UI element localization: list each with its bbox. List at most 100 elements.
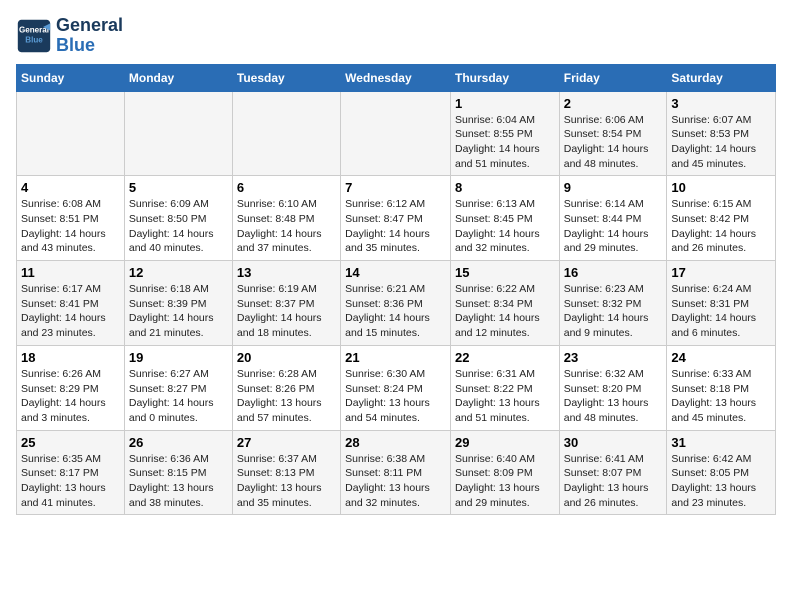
day-number: 9: [564, 180, 663, 195]
day-info: Sunrise: 6:08 AM Sunset: 8:51 PM Dayligh…: [21, 197, 120, 256]
logo-text: General Blue: [56, 16, 123, 56]
calendar-cell: 16 Sunrise: 6:23 AM Sunset: 8:32 PM Dayli…: [559, 261, 667, 346]
day-info: Sunrise: 6:38 AM Sunset: 8:11 PM Dayligh…: [345, 452, 446, 511]
day-number: 5: [129, 180, 228, 195]
day-info: Sunrise: 6:21 AM Sunset: 8:36 PM Dayligh…: [345, 282, 446, 341]
day-info: Sunrise: 6:37 AM Sunset: 8:13 PM Dayligh…: [237, 452, 336, 511]
calendar-cell: 30Sunrise: 6:41 AM Sunset: 8:07 PM Dayli…: [559, 430, 667, 515]
weekday-header: Sunday: [17, 64, 125, 91]
calendar-cell: 17 Sunrise: 6:24 AM Sunset: 8:31 PM Dayli…: [667, 261, 776, 346]
day-info: Sunrise: 6:12 AM Sunset: 8:47 PM Dayligh…: [345, 197, 446, 256]
day-info: Sunrise: 6:14 AM Sunset: 8:44 PM Dayligh…: [564, 197, 663, 256]
calendar-cell: 20 Sunrise: 6:28 AM Sunset: 8:26 PM Dayli…: [232, 345, 340, 430]
day-info: Sunrise: 6:23 AM Sunset: 8:32 PM Dayligh…: [564, 282, 663, 341]
day-number: 20: [237, 350, 336, 365]
calendar-cell: 13 Sunrise: 6:19 AM Sunset: 8:37 PM Dayli…: [232, 261, 340, 346]
day-number: 6: [237, 180, 336, 195]
day-number: 7: [345, 180, 446, 195]
day-number: 12: [129, 265, 228, 280]
day-number: 15: [455, 265, 555, 280]
day-info: Sunrise: 6:41 AM Sunset: 8:07 PM Dayligh…: [564, 452, 663, 511]
day-info: Sunrise: 6:33 AM Sunset: 8:18 PM Dayligh…: [671, 367, 771, 426]
day-number: 19: [129, 350, 228, 365]
day-number: 23: [564, 350, 663, 365]
day-number: 14: [345, 265, 446, 280]
day-info: Sunrise: 6:31 AM Sunset: 8:22 PM Dayligh…: [455, 367, 555, 426]
day-info: Sunrise: 6:35 AM Sunset: 8:17 PM Dayligh…: [21, 452, 120, 511]
day-number: 16: [564, 265, 663, 280]
day-info: Sunrise: 6:18 AM Sunset: 8:39 PM Dayligh…: [129, 282, 228, 341]
calendar-cell: 28 Sunrise: 6:38 AM Sunset: 8:11 PM Dayli…: [341, 430, 451, 515]
day-number: 2: [564, 96, 663, 111]
day-info: Sunrise: 6:24 AM Sunset: 8:31 PM Dayligh…: [671, 282, 771, 341]
weekday-header: Tuesday: [232, 64, 340, 91]
calendar-table: SundayMondayTuesdayWednesdayThursdayFrid…: [16, 64, 776, 516]
day-info: Sunrise: 6:26 AM Sunset: 8:29 PM Dayligh…: [21, 367, 120, 426]
day-number: 31: [671, 435, 771, 450]
calendar-cell: 2 Sunrise: 6:06 AM Sunset: 8:54 PM Daylig…: [559, 91, 667, 176]
calendar-cell: 18 Sunrise: 6:26 AM Sunset: 8:29 PM Dayli…: [17, 345, 125, 430]
day-info: Sunrise: 6:22 AM Sunset: 8:34 PM Dayligh…: [455, 282, 555, 341]
day-number: 11: [21, 265, 120, 280]
page-header: General Blue General Blue: [16, 16, 776, 56]
day-info: Sunrise: 6:32 AM Sunset: 8:20 PM Dayligh…: [564, 367, 663, 426]
calendar-cell: 12 Sunrise: 6:18 AM Sunset: 8:39 PM Dayli…: [124, 261, 232, 346]
day-number: 3: [671, 96, 771, 111]
day-number: 27: [237, 435, 336, 450]
calendar-cell: [17, 91, 125, 176]
calendar-cell: 3 Sunrise: 6:07 AM Sunset: 8:53 PM Daylig…: [667, 91, 776, 176]
logo: General Blue General Blue: [16, 16, 123, 56]
day-info: Sunrise: 6:10 AM Sunset: 8:48 PM Dayligh…: [237, 197, 336, 256]
calendar-cell: 8 Sunrise: 6:13 AM Sunset: 8:45 PM Daylig…: [450, 176, 559, 261]
day-number: 13: [237, 265, 336, 280]
calendar-cell: 11 Sunrise: 6:17 AM Sunset: 8:41 PM Dayli…: [17, 261, 125, 346]
day-info: Sunrise: 6:06 AM Sunset: 8:54 PM Dayligh…: [564, 113, 663, 172]
calendar-cell: 22 Sunrise: 6:31 AM Sunset: 8:22 PM Dayli…: [450, 345, 559, 430]
calendar-cell: 19 Sunrise: 6:27 AM Sunset: 8:27 PM Dayli…: [124, 345, 232, 430]
calendar-cell: [341, 91, 451, 176]
calendar-cell: 26Sunrise: 6:36 AM Sunset: 8:15 PM Dayli…: [124, 430, 232, 515]
calendar-cell: [232, 91, 340, 176]
calendar-cell: 1Sunrise: 6:04 AM Sunset: 8:55 PM Daylig…: [450, 91, 559, 176]
day-info: Sunrise: 6:27 AM Sunset: 8:27 PM Dayligh…: [129, 367, 228, 426]
calendar-cell: 29Sunrise: 6:40 AM Sunset: 8:09 PM Dayli…: [450, 430, 559, 515]
day-info: Sunrise: 6:30 AM Sunset: 8:24 PM Dayligh…: [345, 367, 446, 426]
calendar-cell: 7 Sunrise: 6:12 AM Sunset: 8:47 PM Daylig…: [341, 176, 451, 261]
svg-text:Blue: Blue: [25, 35, 43, 44]
calendar-cell: 24 Sunrise: 6:33 AM Sunset: 8:18 PM Dayli…: [667, 345, 776, 430]
calendar-cell: 25Sunrise: 6:35 AM Sunset: 8:17 PM Dayli…: [17, 430, 125, 515]
calendar-cell: 27 Sunrise: 6:37 AM Sunset: 8:13 PM Dayli…: [232, 430, 340, 515]
day-number: 18: [21, 350, 120, 365]
day-number: 17: [671, 265, 771, 280]
day-info: Sunrise: 6:17 AM Sunset: 8:41 PM Dayligh…: [21, 282, 120, 341]
day-info: Sunrise: 6:13 AM Sunset: 8:45 PM Dayligh…: [455, 197, 555, 256]
day-number: 8: [455, 180, 555, 195]
day-info: Sunrise: 6:19 AM Sunset: 8:37 PM Dayligh…: [237, 282, 336, 341]
day-info: Sunrise: 6:09 AM Sunset: 8:50 PM Dayligh…: [129, 197, 228, 256]
logo-icon: General Blue: [16, 18, 52, 54]
calendar-cell: 4 Sunrise: 6:08 AM Sunset: 8:51 PM Daylig…: [17, 176, 125, 261]
weekday-header: Saturday: [667, 64, 776, 91]
day-number: 4: [21, 180, 120, 195]
day-number: 21: [345, 350, 446, 365]
day-number: 22: [455, 350, 555, 365]
calendar-cell: 31 Sunrise: 6:42 AM Sunset: 8:05 PM Dayli…: [667, 430, 776, 515]
calendar-cell: 5 Sunrise: 6:09 AM Sunset: 8:50 PM Daylig…: [124, 176, 232, 261]
calendar-cell: 23 Sunrise: 6:32 AM Sunset: 8:20 PM Dayli…: [559, 345, 667, 430]
day-number: 24: [671, 350, 771, 365]
day-number: 10: [671, 180, 771, 195]
weekday-header: Thursday: [450, 64, 559, 91]
calendar-cell: 6 Sunrise: 6:10 AM Sunset: 8:48 PM Daylig…: [232, 176, 340, 261]
day-number: 28: [345, 435, 446, 450]
day-info: Sunrise: 6:28 AM Sunset: 8:26 PM Dayligh…: [237, 367, 336, 426]
calendar-header: SundayMondayTuesdayWednesdayThursdayFrid…: [17, 64, 776, 91]
calendar-cell: 9 Sunrise: 6:14 AM Sunset: 8:44 PM Daylig…: [559, 176, 667, 261]
day-info: Sunrise: 6:04 AM Sunset: 8:55 PM Dayligh…: [455, 113, 555, 172]
day-info: Sunrise: 6:07 AM Sunset: 8:53 PM Dayligh…: [671, 113, 771, 172]
day-info: Sunrise: 6:42 AM Sunset: 8:05 PM Dayligh…: [671, 452, 771, 511]
day-info: Sunrise: 6:40 AM Sunset: 8:09 PM Dayligh…: [455, 452, 555, 511]
day-info: Sunrise: 6:15 AM Sunset: 8:42 PM Dayligh…: [671, 197, 771, 256]
calendar-cell: 15 Sunrise: 6:22 AM Sunset: 8:34 PM Dayli…: [450, 261, 559, 346]
weekday-header: Wednesday: [341, 64, 451, 91]
calendar-cell: 10 Sunrise: 6:15 AM Sunset: 8:42 PM Dayli…: [667, 176, 776, 261]
